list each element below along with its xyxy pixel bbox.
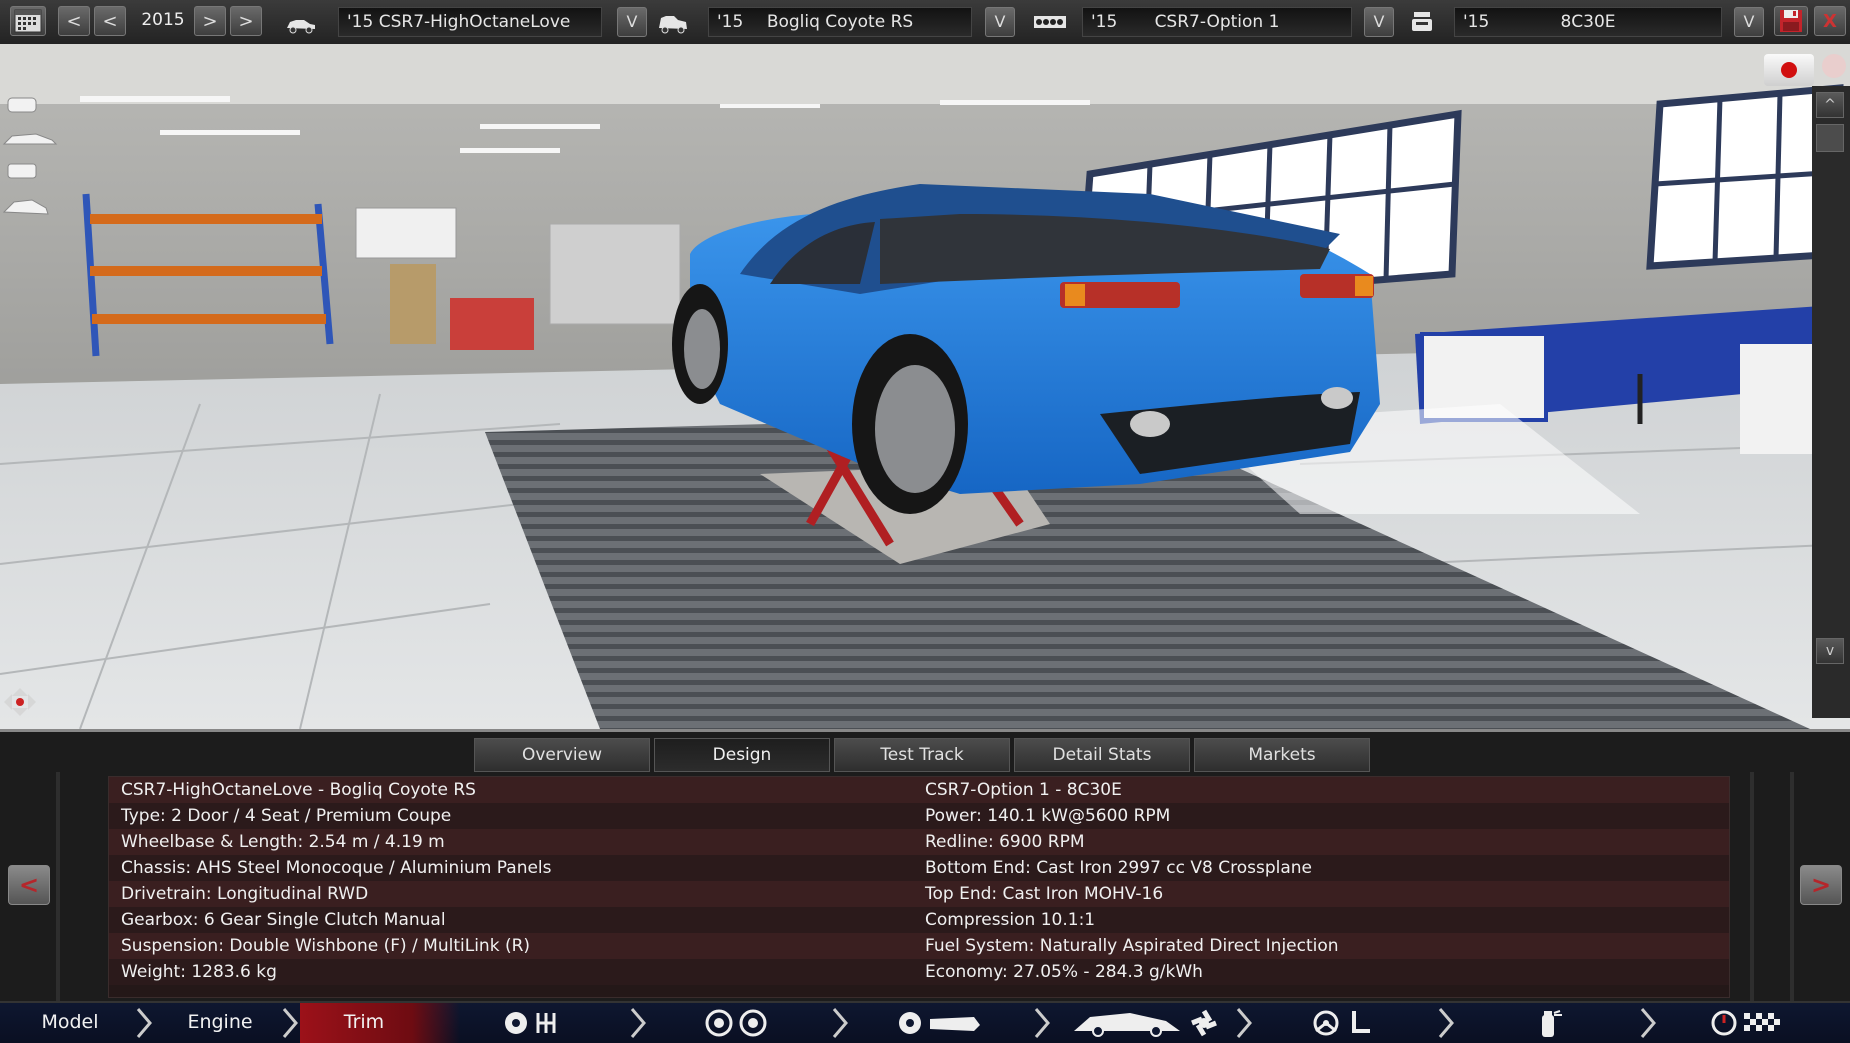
stats-row: Drivetrain: Longitudinal RWD Top End: Ca… — [109, 881, 1729, 907]
nav-model[interactable]: Model — [0, 1003, 140, 1043]
car-3d-viewport[interactable]: ^ v — [0, 44, 1850, 729]
screenshot-camera-icon[interactable] — [1764, 54, 1814, 86]
trim-dropdown-button[interactable]: V — [985, 7, 1015, 37]
rotate-view-icon[interactable] — [0, 684, 40, 720]
stats-row: Gearbox: 6 Gear Single Clutch Manual Com… — [109, 907, 1729, 933]
stat-left: Wheelbase & Length: 2.54 m / 4.19 m — [121, 832, 445, 852]
scroll-thumb[interactable] — [1816, 124, 1844, 152]
trim-field[interactable]: '15 Bogliq Coyote RS — [708, 7, 972, 37]
panel-divider-right — [1750, 772, 1754, 1004]
wheels-icon[interactable] — [700, 1009, 774, 1037]
engine-family-dropdown-button[interactable]: V — [1364, 7, 1394, 37]
stat-left: CSR7-HighOctaneLove - Bogliq Coyote RS — [121, 780, 476, 800]
engine-family-name: CSR7-Option 1 — [1154, 12, 1280, 32]
model-dropdown-button[interactable]: V — [617, 7, 647, 37]
gearbox-icon[interactable] — [500, 1009, 570, 1037]
chevron-right-icon — [1034, 1008, 1050, 1038]
interior-icon[interactable] — [1310, 1009, 1380, 1037]
chevron-right-icon — [136, 1008, 152, 1038]
safety-spray-icon[interactable] — [1530, 1009, 1566, 1037]
stat-right: Economy: 27.05% - 284.3 g/kWh — [925, 962, 1203, 982]
chevron-right-icon — [282, 1008, 298, 1038]
garage-scene — [0, 44, 1850, 729]
body-aero-icon[interactable] — [1070, 1009, 1220, 1037]
stat-right: Redline: 6900 RPM — [925, 832, 1085, 852]
stat-right: CSR7-Option 1 - 8C30E — [925, 780, 1122, 800]
nav-engine[interactable]: Engine — [156, 1003, 284, 1043]
stats-row: Type: 2 Door / 4 Seat / Premium Coupe Po… — [109, 803, 1729, 829]
stat-left: Suspension: Double Wishbone (F) / MultiL… — [121, 936, 531, 956]
chevron-right-icon — [1236, 1008, 1252, 1038]
engine-variant-name: 8C30E — [1560, 12, 1616, 32]
test-finish-icon[interactable] — [1710, 1009, 1784, 1037]
view-front-icon[interactable] — [0, 94, 44, 116]
prev-page-button[interactable]: < — [8, 865, 50, 905]
stats-row: Suspension: Double Wishbone (F) / MultiL… — [109, 933, 1729, 959]
view-angle-icon[interactable] — [0, 194, 52, 220]
info-panel: Overview Design Test Track Detail Stats … — [0, 729, 1850, 1004]
panel-divider-left — [56, 772, 60, 1004]
nav-trim[interactable]: Trim — [300, 1003, 460, 1043]
save-icon[interactable] — [1774, 6, 1808, 36]
stats-row: Weight: 1283.6 kg Economy: 27.05% - 284.… — [109, 959, 1729, 985]
model-field[interactable]: '15 CSR7-HighOctaneLove — [338, 7, 602, 37]
panel-divider-right-2 — [1790, 772, 1794, 1004]
model-name: '15 CSR7-HighOctaneLove — [347, 12, 571, 32]
stat-left: Chassis: AHS Steel Monocoque / Aluminium… — [121, 858, 552, 878]
stat-right: Top End: Cast Iron MOHV-16 — [925, 884, 1164, 904]
close-button[interactable]: X — [1814, 6, 1846, 36]
stats-table: CSR7-HighOctaneLove - Bogliq Coyote RS C… — [108, 776, 1730, 998]
scroll-up-button[interactable]: ^ — [1816, 92, 1844, 118]
scroll-down-button[interactable]: v — [1816, 638, 1844, 664]
engine-variant-field[interactable]: '15 8C30E — [1454, 7, 1722, 37]
view-rear-icon[interactable] — [0, 160, 44, 182]
view-side-icon[interactable] — [0, 128, 60, 150]
stat-right: Power: 140.1 kW@5600 RPM — [925, 806, 1171, 826]
view-scrollbar[interactable] — [1812, 86, 1850, 718]
year-prev-fast-button[interactable]: < — [58, 6, 90, 36]
engine-family-icon — [1034, 16, 1066, 28]
tab-test-track[interactable]: Test Track — [834, 738, 1010, 772]
stat-right: Bottom End: Cast Iron 2997 cc V8 Crosspl… — [925, 858, 1312, 878]
year-next-button[interactable]: > — [194, 6, 226, 36]
stats-row: Wheelbase & Length: 2.54 m / 4.19 m Redl… — [109, 829, 1729, 855]
chevron-right-icon — [630, 1008, 646, 1038]
stat-right: Compression 10.1:1 — [925, 910, 1096, 930]
next-page-button[interactable]: > — [1800, 865, 1842, 905]
tab-markets[interactable]: Markets — [1194, 738, 1370, 772]
year-display: 2015 — [141, 10, 185, 30]
stats-row: Chassis: AHS Steel Monocoque / Aluminium… — [109, 855, 1729, 881]
tab-overview[interactable]: Overview — [474, 738, 650, 772]
record-icon[interactable] — [1822, 54, 1846, 78]
stat-left: Drivetrain: Longitudinal RWD — [121, 884, 369, 904]
year-next-fast-button[interactable]: > — [230, 6, 262, 36]
year-prev-button[interactable]: < — [94, 6, 126, 36]
nav-trim-label: Trim — [343, 1011, 385, 1033]
stats-row: CSR7-HighOctaneLove - Bogliq Coyote RS C… — [109, 777, 1729, 803]
trim-name: Bogliq Coyote RS — [766, 12, 914, 32]
calendar-icon[interactable] — [10, 6, 46, 36]
tab-detail-stats[interactable]: Detail Stats — [1014, 738, 1190, 772]
engine-variant-icon — [1412, 12, 1432, 31]
stat-left: Gearbox: 6 Gear Single Clutch Manual — [121, 910, 446, 930]
stat-left: Weight: 1283.6 kg — [121, 962, 277, 982]
design-nav-bar: Model Engine Trim — [0, 1001, 1850, 1043]
engine-variant-dropdown-button[interactable]: V — [1734, 7, 1764, 37]
top-toolbar: < < 2015 > > '15 CSR7-HighOctaneLove V '… — [0, 0, 1850, 45]
stat-right: Fuel System: Naturally Aspirated Direct … — [925, 936, 1339, 956]
engine-family-field[interactable]: '15 CSR7-Option 1 — [1082, 7, 1352, 37]
tab-design[interactable]: Design — [654, 738, 830, 772]
suspension-icon[interactable] — [896, 1009, 982, 1037]
car-model-icon — [287, 20, 315, 34]
chevron-right-icon — [1640, 1008, 1656, 1038]
stat-left: Type: 2 Door / 4 Seat / Premium Coupe — [121, 806, 452, 826]
chevron-right-icon — [1438, 1008, 1454, 1038]
chevron-right-icon — [832, 1008, 848, 1038]
car-trim-icon — [659, 16, 687, 34]
